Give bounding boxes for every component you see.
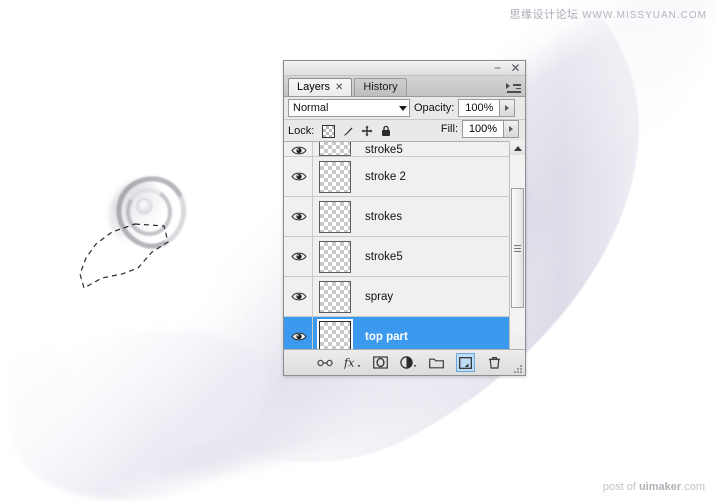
tab-history-label: History <box>363 81 398 93</box>
layer-row[interactable]: spray <box>284 277 525 317</box>
layer-thumbnail-cell[interactable] <box>313 142 357 156</box>
panel-menu-triangle <box>506 83 510 89</box>
layer-visibility-toggle[interactable] <box>286 251 312 262</box>
tab-history[interactable]: History <box>354 78 407 96</box>
watermark-top-cn: 思缘设计论坛 <box>509 9 579 21</box>
delete-layer-icon[interactable] <box>486 354 503 371</box>
layer-thumbnail <box>319 240 351 273</box>
scrollbar-grip-icon <box>514 243 521 254</box>
new-adjustment-layer-icon[interactable] <box>400 354 417 371</box>
layer-row[interactable]: strokes <box>284 197 525 237</box>
vent-core <box>138 200 151 213</box>
layer-thumbnail <box>319 280 351 313</box>
layer-name: top part <box>365 330 408 343</box>
blend-mode-row: Normal Opacity: 100% <box>284 97 525 120</box>
scrollbar-track[interactable] <box>510 155 525 335</box>
link-layers-icon[interactable] <box>316 354 333 371</box>
panel-tabstrip: Layers ✕ History <box>284 76 525 97</box>
layer-name: stroke 2 <box>365 170 406 183</box>
layer-visibility-toggle[interactable] <box>286 171 312 182</box>
layer-thumbnail <box>319 142 351 156</box>
tab-close-icon[interactable]: ✕ <box>335 79 343 96</box>
layer-thumbnail <box>319 200 351 233</box>
layer-thumbnail-cell[interactable] <box>313 160 357 193</box>
lock-all-icon[interactable] <box>380 125 392 137</box>
fill-input[interactable]: 100% <box>462 120 504 138</box>
layer-thumbnail-cell[interactable] <box>313 240 357 273</box>
tab-layers[interactable]: Layers ✕ <box>288 78 353 96</box>
layer-thumbnail <box>319 160 351 193</box>
layer-visibility-toggle[interactable] <box>286 331 312 342</box>
lock-transparent-pixels-icon[interactable] <box>322 124 336 138</box>
add-layer-mask-icon[interactable] <box>372 354 389 371</box>
watermark-bottom-prefix: post of <box>602 481 639 493</box>
layer-list[interactable]: stroke5 stroke 2 strokes stroke5 spray top pa… <box>284 141 525 349</box>
layer-style-fx-icon[interactable]: fx <box>344 354 361 371</box>
lock-position-icon[interactable] <box>361 125 373 137</box>
minimize-icon[interactable]: − <box>492 62 503 74</box>
caret-right-icon <box>505 105 510 111</box>
layer-name: strokes <box>365 210 403 223</box>
eye-icon <box>291 251 307 262</box>
tab-layers-label: Layers <box>297 81 331 93</box>
panel-menu-icon[interactable] <box>506 82 521 94</box>
layer-thumbnail-cell[interactable] <box>313 200 357 233</box>
blend-mode-value: Normal <box>293 102 329 114</box>
marching-ants-selection <box>78 222 170 292</box>
panel-titlebar: − ✕ <box>284 61 525 76</box>
layer-thumbnail-cell[interactable] <box>313 318 357 349</box>
close-icon[interactable]: ✕ <box>510 62 521 74</box>
panel-resize-grip[interactable] <box>514 365 522 373</box>
layer-thumbnail <box>317 318 353 349</box>
watermark-top-site: WWW.MISSYUAN.COM <box>582 10 707 21</box>
layer-thumbnail-cell[interactable] <box>313 280 357 313</box>
lock-image-pixels-icon[interactable] <box>342 125 354 137</box>
opacity-input[interactable]: 100% <box>458 99 501 117</box>
eye-icon <box>291 145 307 156</box>
watermark-bottom: post of uimaker.com <box>603 481 705 493</box>
panel-menu-line <box>513 84 521 86</box>
layer-name: stroke5 <box>365 144 403 156</box>
watermark-bottom-brand: uimaker <box>638 481 682 493</box>
eye-icon <box>291 171 307 182</box>
layer-name: spray <box>365 290 394 303</box>
watermark-bottom-suffix: .com <box>681 481 705 493</box>
layer-name: stroke5 <box>365 250 403 263</box>
layer-row[interactable]: stroke5 <box>284 142 525 157</box>
scroll-up-button[interactable] <box>510 141 525 156</box>
eye-icon <box>291 211 307 222</box>
new-group-icon[interactable] <box>428 354 445 371</box>
window-buttons: − ✕ <box>492 61 521 75</box>
triangle-up-icon <box>513 145 522 151</box>
layers-panel-footer: fx <box>284 349 525 375</box>
lock-label: Lock: <box>288 125 315 137</box>
eye-icon <box>291 331 307 342</box>
panel-menu-line <box>507 91 521 93</box>
layer-visibility-toggle[interactable] <box>286 211 312 222</box>
eye-icon <box>291 291 307 302</box>
layer-visibility-toggle[interactable] <box>286 145 312 156</box>
scrollbar-thumb[interactable] <box>511 188 524 308</box>
svg-text:fx: fx <box>344 357 355 370</box>
lock-icon-group <box>322 124 392 138</box>
layer-row[interactable]: stroke 2 <box>284 157 525 197</box>
opacity-slider-button[interactable] <box>500 99 516 117</box>
layer-list-scrollbar[interactable] <box>509 141 525 349</box>
watermark-top: 思缘设计论坛 WWW.MISSYUAN.COM <box>510 6 707 22</box>
opacity-label: Opacity: <box>414 102 455 114</box>
layer-visibility-toggle[interactable] <box>286 291 312 302</box>
panel-menu-line <box>516 87 521 89</box>
fill-slider-button[interactable] <box>504 120 519 138</box>
blend-mode-select[interactable]: Normal <box>288 99 410 117</box>
layer-row[interactable]: top part <box>284 317 525 349</box>
chevron-down-icon <box>399 105 407 111</box>
caret-right-icon <box>509 126 513 132</box>
layers-panel: − ✕ Layers ✕ History Normal Opacity: 100… <box>283 60 526 376</box>
layer-row[interactable]: stroke5 <box>284 237 525 277</box>
fill-label: Fill: <box>440 123 458 135</box>
new-layer-icon[interactable] <box>456 353 475 372</box>
